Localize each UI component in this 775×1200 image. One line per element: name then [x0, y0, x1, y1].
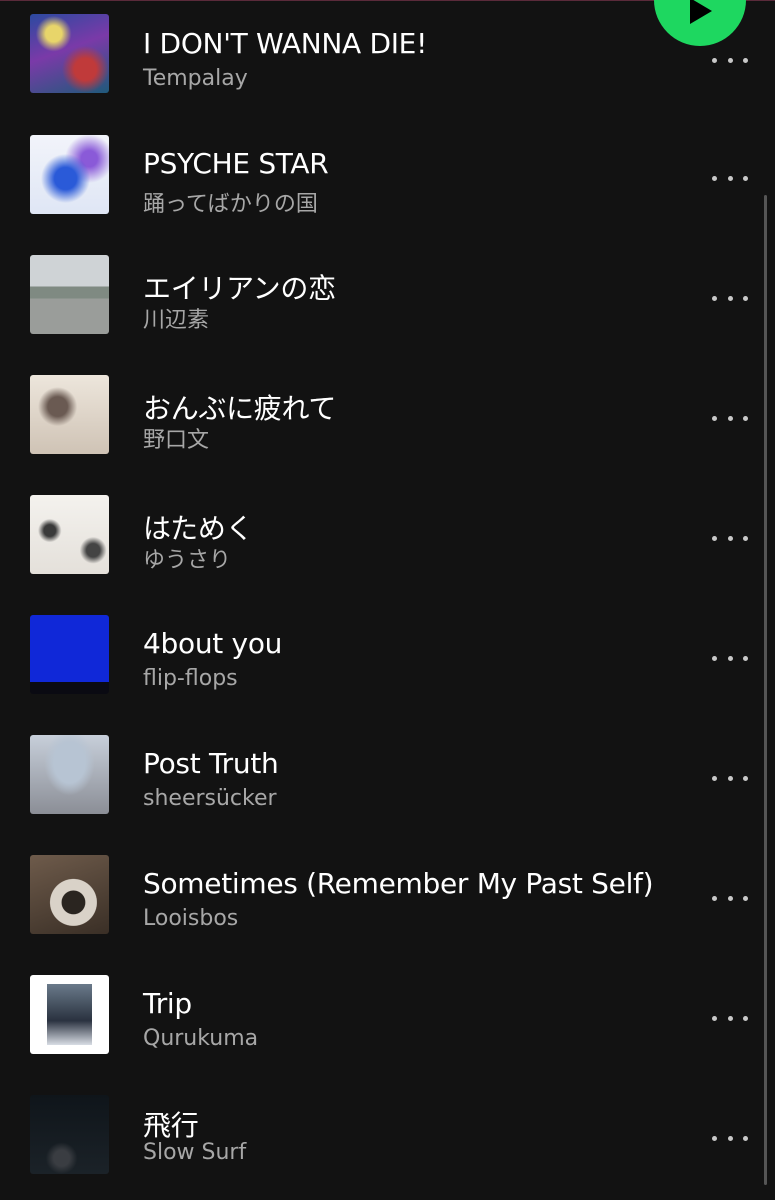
track-title: Trip — [143, 987, 192, 1020]
track-artist: Qurukuma — [143, 1026, 259, 1051]
track-title: Sometimes (Remember My Past Self) — [143, 867, 654, 900]
track-title: Post Truth — [143, 747, 279, 780]
track-title: 飛行 — [143, 1109, 199, 1142]
track-artist: flip-flops — [143, 666, 238, 691]
track-title: PSYCHE STAR — [143, 147, 329, 180]
more-options-icon[interactable] — [712, 772, 748, 784]
track-title: I DON'T WANNA DIE! — [143, 27, 427, 60]
track-row[interactable]: Post Truth sheersücker — [0, 720, 760, 820]
track-row[interactable]: Sometimes (Remember My Past Self) Looisb… — [0, 840, 760, 940]
album-art — [30, 495, 109, 574]
track-artist: 踊ってばかりの国 — [143, 192, 318, 217]
more-options-icon[interactable] — [712, 652, 748, 664]
track-artist: Tempalay — [143, 66, 248, 91]
scrollbar[interactable] — [764, 195, 767, 1185]
track-artist: 川辺素 — [143, 308, 210, 333]
track-row[interactable]: PSYCHE STAR 踊ってばかりの国 — [0, 120, 760, 220]
track-row[interactable]: はためく ゆうさり — [0, 480, 760, 580]
track-row[interactable]: Trip Qurukuma — [0, 960, 760, 1060]
track-title: はためく — [143, 512, 254, 545]
more-options-icon[interactable] — [712, 1012, 748, 1024]
track-title: おんぶに疲れて — [143, 392, 337, 425]
album-art — [30, 255, 109, 334]
album-art — [30, 735, 109, 814]
more-options-icon[interactable] — [712, 54, 748, 66]
more-options-icon[interactable] — [712, 172, 748, 184]
track-artist: ゆうさり — [143, 548, 232, 573]
album-art — [30, 1095, 109, 1174]
track-row[interactable]: おんぶに疲れて 野口文 — [0, 360, 760, 460]
track-artist: sheersücker — [143, 786, 277, 811]
more-options-icon[interactable] — [712, 292, 748, 304]
more-options-icon[interactable] — [712, 412, 748, 424]
album-art — [30, 14, 109, 93]
more-options-icon[interactable] — [712, 1132, 748, 1144]
album-art — [30, 615, 109, 694]
track-row[interactable]: エイリアンの恋 川辺素 — [0, 240, 760, 340]
album-art — [30, 975, 109, 1054]
track-artist: 野口文 — [143, 428, 210, 453]
album-art — [30, 375, 109, 454]
track-row[interactable]: I DON'T WANNA DIE! Tempalay — [0, 0, 760, 100]
track-row[interactable]: 4bout you flip-flops — [0, 600, 760, 700]
album-art-inner — [47, 984, 92, 1045]
track-artist: Looisbos — [143, 906, 239, 931]
track-title: 4bout you — [143, 627, 283, 660]
track-artist: Slow Surf — [143, 1140, 247, 1165]
track-title: エイリアンの恋 — [143, 272, 336, 305]
more-options-icon[interactable] — [712, 892, 748, 904]
album-art — [30, 855, 109, 934]
album-art — [30, 135, 109, 214]
more-options-icon[interactable] — [712, 532, 748, 544]
track-row[interactable]: 飛行 Slow Surf — [0, 1080, 760, 1180]
